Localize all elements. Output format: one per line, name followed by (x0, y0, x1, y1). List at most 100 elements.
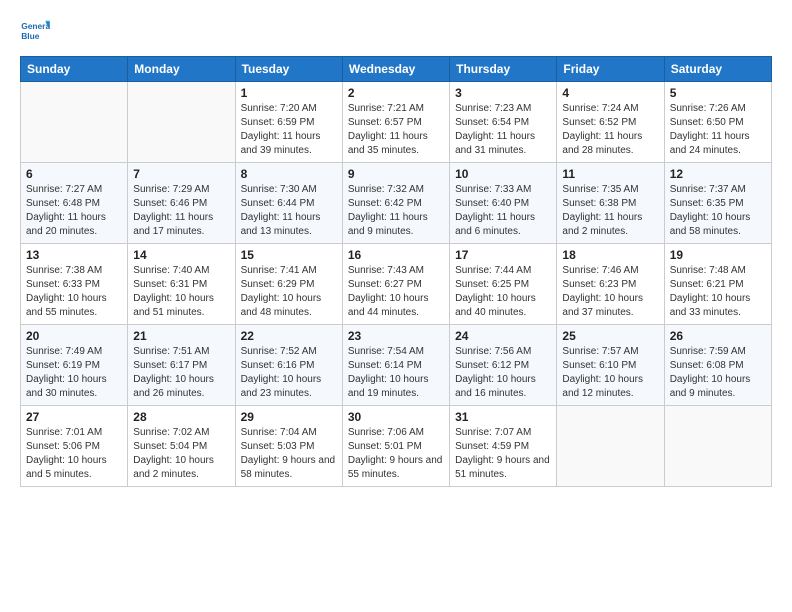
calendar-cell: 24 Sunrise: 7:56 AM Sunset: 6:12 PM Dayli… (450, 325, 557, 406)
calendar-cell: 27 Sunrise: 7:01 AM Sunset: 5:06 PM Dayli… (21, 406, 128, 487)
day-detail: Sunrise: 7:40 AM Sunset: 6:31 PM Dayligh… (133, 264, 229, 320)
day-detail: Sunrise: 7:24 AM Sunset: 6:52 PM Dayligh… (562, 102, 658, 158)
calendar-cell: 10 Sunrise: 7:33 AM Sunset: 6:40 PM Dayli… (450, 163, 557, 244)
day-detail: Sunrise: 7:01 AM Sunset: 5:06 PM Dayligh… (26, 426, 122, 482)
day-detail: Sunrise: 7:44 AM Sunset: 6:25 PM Dayligh… (455, 264, 551, 320)
day-number: 8 (241, 167, 337, 181)
weekday-header-thursday: Thursday (450, 57, 557, 82)
logo: General Blue (20, 16, 50, 46)
calendar-cell: 4 Sunrise: 7:24 AM Sunset: 6:52 PM Daylig… (557, 82, 664, 163)
day-detail: Sunrise: 7:23 AM Sunset: 6:54 PM Dayligh… (455, 102, 551, 158)
day-number: 27 (26, 410, 122, 424)
day-detail: Sunrise: 7:32 AM Sunset: 6:42 PM Dayligh… (348, 183, 444, 239)
calendar-cell: 29 Sunrise: 7:04 AM Sunset: 5:03 PM Dayli… (235, 406, 342, 487)
weekday-header-wednesday: Wednesday (342, 57, 449, 82)
day-number: 30 (348, 410, 444, 424)
calendar-cell: 5 Sunrise: 7:26 AM Sunset: 6:50 PM Daylig… (664, 82, 771, 163)
day-detail: Sunrise: 7:41 AM Sunset: 6:29 PM Dayligh… (241, 264, 337, 320)
day-number: 28 (133, 410, 229, 424)
day-number: 16 (348, 248, 444, 262)
day-number: 11 (562, 167, 658, 181)
calendar-cell: 17 Sunrise: 7:44 AM Sunset: 6:25 PM Dayli… (450, 244, 557, 325)
calendar-cell: 9 Sunrise: 7:32 AM Sunset: 6:42 PM Daylig… (342, 163, 449, 244)
day-number: 10 (455, 167, 551, 181)
day-detail: Sunrise: 7:27 AM Sunset: 6:48 PM Dayligh… (26, 183, 122, 239)
day-detail: Sunrise: 7:29 AM Sunset: 6:46 PM Dayligh… (133, 183, 229, 239)
day-number: 22 (241, 329, 337, 343)
day-number: 13 (26, 248, 122, 262)
calendar-cell: 25 Sunrise: 7:57 AM Sunset: 6:10 PM Dayli… (557, 325, 664, 406)
day-number: 9 (348, 167, 444, 181)
calendar-cell: 30 Sunrise: 7:06 AM Sunset: 5:01 PM Dayli… (342, 406, 449, 487)
day-detail: Sunrise: 7:06 AM Sunset: 5:01 PM Dayligh… (348, 426, 444, 482)
weekday-header-monday: Monday (128, 57, 235, 82)
day-number: 7 (133, 167, 229, 181)
day-number: 4 (562, 86, 658, 100)
day-number: 24 (455, 329, 551, 343)
calendar-cell: 13 Sunrise: 7:38 AM Sunset: 6:33 PM Dayli… (21, 244, 128, 325)
day-detail: Sunrise: 7:57 AM Sunset: 6:10 PM Dayligh… (562, 345, 658, 401)
calendar-cell: 3 Sunrise: 7:23 AM Sunset: 6:54 PM Daylig… (450, 82, 557, 163)
day-detail: Sunrise: 7:33 AM Sunset: 6:40 PM Dayligh… (455, 183, 551, 239)
day-number: 20 (26, 329, 122, 343)
day-detail: Sunrise: 7:26 AM Sunset: 6:50 PM Dayligh… (670, 102, 766, 158)
day-number: 25 (562, 329, 658, 343)
day-detail: Sunrise: 7:35 AM Sunset: 6:38 PM Dayligh… (562, 183, 658, 239)
svg-text:Blue: Blue (21, 31, 40, 41)
calendar-cell (664, 406, 771, 487)
day-number: 5 (670, 86, 766, 100)
calendar-table: SundayMondayTuesdayWednesdayThursdayFrid… (20, 56, 772, 487)
day-number: 17 (455, 248, 551, 262)
calendar-cell: 11 Sunrise: 7:35 AM Sunset: 6:38 PM Dayli… (557, 163, 664, 244)
day-number: 29 (241, 410, 337, 424)
day-detail: Sunrise: 7:59 AM Sunset: 6:08 PM Dayligh… (670, 345, 766, 401)
day-number: 18 (562, 248, 658, 262)
calendar-cell: 1 Sunrise: 7:20 AM Sunset: 6:59 PM Daylig… (235, 82, 342, 163)
day-number: 21 (133, 329, 229, 343)
day-number: 15 (241, 248, 337, 262)
day-number: 19 (670, 248, 766, 262)
calendar-cell (128, 82, 235, 163)
day-detail: Sunrise: 7:20 AM Sunset: 6:59 PM Dayligh… (241, 102, 337, 158)
day-number: 6 (26, 167, 122, 181)
calendar-cell: 19 Sunrise: 7:48 AM Sunset: 6:21 PM Dayli… (664, 244, 771, 325)
day-detail: Sunrise: 7:46 AM Sunset: 6:23 PM Dayligh… (562, 264, 658, 320)
day-number: 12 (670, 167, 766, 181)
day-number: 14 (133, 248, 229, 262)
calendar-cell: 15 Sunrise: 7:41 AM Sunset: 6:29 PM Dayli… (235, 244, 342, 325)
day-detail: Sunrise: 7:38 AM Sunset: 6:33 PM Dayligh… (26, 264, 122, 320)
day-detail: Sunrise: 7:43 AM Sunset: 6:27 PM Dayligh… (348, 264, 444, 320)
calendar-cell: 26Sunrise: 7:59 AM Sunset: 6:08 PM Dayli… (664, 325, 771, 406)
day-detail: Sunrise: 7:21 AM Sunset: 6:57 PM Dayligh… (348, 102, 444, 158)
day-detail: Sunrise: 7:48 AM Sunset: 6:21 PM Dayligh… (670, 264, 766, 320)
day-detail: Sunrise: 7:04 AM Sunset: 5:03 PM Dayligh… (241, 426, 337, 482)
svg-text:General: General (21, 21, 50, 31)
day-detail: Sunrise: 7:02 AM Sunset: 5:04 PM Dayligh… (133, 426, 229, 482)
day-detail: Sunrise: 7:52 AM Sunset: 6:16 PM Dayligh… (241, 345, 337, 401)
calendar-cell: 20 Sunrise: 7:49 AM Sunset: 6:19 PM Dayli… (21, 325, 128, 406)
calendar-cell: 28 Sunrise: 7:02 AM Sunset: 5:04 PM Dayli… (128, 406, 235, 487)
day-detail: Sunrise: 7:30 AM Sunset: 6:44 PM Dayligh… (241, 183, 337, 239)
weekday-header-sunday: Sunday (21, 57, 128, 82)
day-detail: Sunrise: 7:07 AM Sunset: 4:59 PM Dayligh… (455, 426, 551, 482)
day-number: 3 (455, 86, 551, 100)
calendar-cell (557, 406, 664, 487)
day-detail: Sunrise: 7:56 AM Sunset: 6:12 PM Dayligh… (455, 345, 551, 401)
day-number: 23 (348, 329, 444, 343)
day-detail: Sunrise: 7:37 AM Sunset: 6:35 PM Dayligh… (670, 183, 766, 239)
day-detail: Sunrise: 7:49 AM Sunset: 6:19 PM Dayligh… (26, 345, 122, 401)
day-number: 31 (455, 410, 551, 424)
calendar-cell: 6 Sunrise: 7:27 AM Sunset: 6:48 PM Daylig… (21, 163, 128, 244)
calendar-cell: 23 Sunrise: 7:54 AM Sunset: 6:14 PM Dayli… (342, 325, 449, 406)
calendar-cell: 14 Sunrise: 7:40 AM Sunset: 6:31 PM Dayli… (128, 244, 235, 325)
day-number: 2 (348, 86, 444, 100)
day-number: 1 (241, 86, 337, 100)
calendar-cell: 16 Sunrise: 7:43 AM Sunset: 6:27 PM Dayli… (342, 244, 449, 325)
weekday-header-saturday: Saturday (664, 57, 771, 82)
calendar-cell: 7 Sunrise: 7:29 AM Sunset: 6:46 PM Daylig… (128, 163, 235, 244)
day-detail: Sunrise: 7:54 AM Sunset: 6:14 PM Dayligh… (348, 345, 444, 401)
calendar-cell: 22 Sunrise: 7:52 AM Sunset: 6:16 PM Dayli… (235, 325, 342, 406)
calendar-cell: 18 Sunrise: 7:46 AM Sunset: 6:23 PM Dayli… (557, 244, 664, 325)
day-detail: Sunrise: 7:51 AM Sunset: 6:17 PM Dayligh… (133, 345, 229, 401)
calendar-cell: 21 Sunrise: 7:51 AM Sunset: 6:17 PM Dayli… (128, 325, 235, 406)
